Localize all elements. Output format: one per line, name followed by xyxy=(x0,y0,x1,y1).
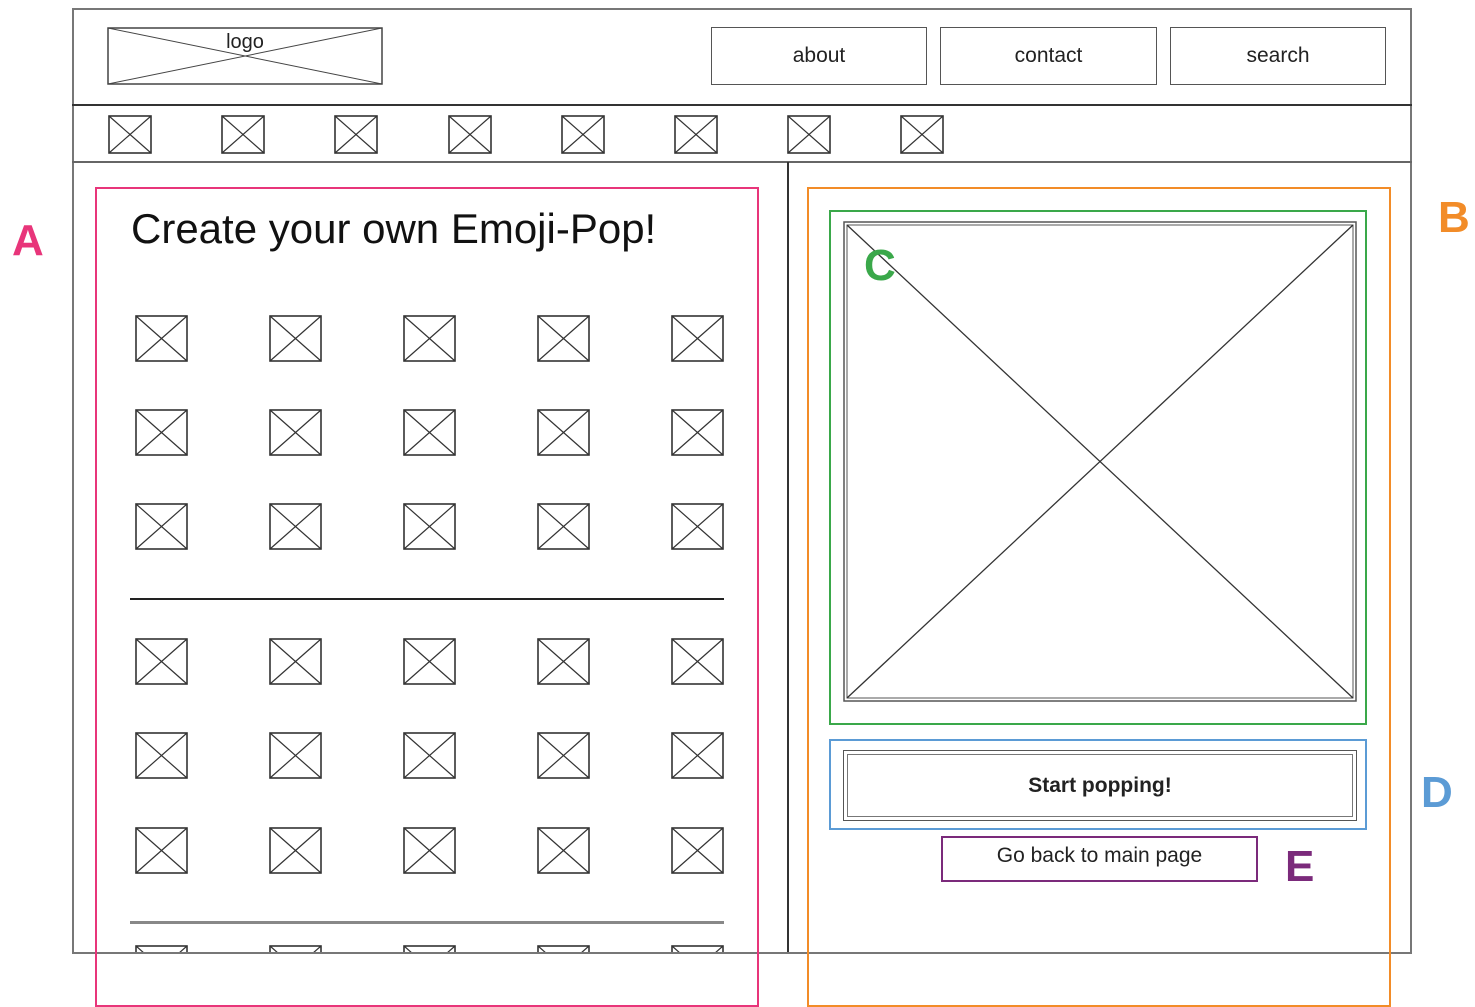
emoji-option[interactable] xyxy=(537,945,590,952)
emoji-option[interactable] xyxy=(135,827,188,874)
emoji-option[interactable] xyxy=(537,827,590,874)
annotation-d: D xyxy=(1421,768,1453,817)
emoji-option[interactable] xyxy=(135,315,188,362)
nav-icon-3[interactable] xyxy=(334,115,379,154)
emoji-option[interactable] xyxy=(403,827,456,874)
nav-icon-7[interactable] xyxy=(787,115,831,154)
emoji-option[interactable] xyxy=(671,503,724,550)
emoji-pop-title: Create your own Emoji-Pop! xyxy=(131,205,657,252)
emoji-option[interactable] xyxy=(135,945,188,952)
annotation-c: C xyxy=(864,241,896,290)
emoji-option[interactable] xyxy=(135,503,188,550)
emoji-option[interactable] xyxy=(403,503,456,550)
emoji-option[interactable] xyxy=(269,409,322,456)
emoji-option[interactable] xyxy=(269,315,322,362)
emoji-option[interactable] xyxy=(269,945,322,952)
emoji-option[interactable] xyxy=(135,409,188,456)
logo-label: logo xyxy=(226,31,264,53)
nav-icon-6[interactable] xyxy=(674,115,718,154)
emoji-option[interactable] xyxy=(671,315,724,362)
nav-icon-8[interactable] xyxy=(900,115,945,154)
emoji-option[interactable] xyxy=(403,315,456,362)
emoji-option[interactable] xyxy=(135,638,188,685)
emoji-option[interactable] xyxy=(269,503,322,550)
region-a-outline xyxy=(95,187,759,1007)
emoji-option[interactable] xyxy=(671,732,724,779)
annotation-e: E xyxy=(1285,842,1315,891)
grid-divider-2 xyxy=(130,921,724,924)
emoji-option[interactable] xyxy=(537,409,590,456)
nav-icon-5[interactable] xyxy=(560,115,605,154)
emoji-option[interactable] xyxy=(269,638,322,685)
emoji-option[interactable] xyxy=(403,638,456,685)
emoji-option[interactable] xyxy=(403,409,456,456)
nav-contact-button[interactable]: contact xyxy=(940,27,1157,85)
nav-icon-1[interactable] xyxy=(108,115,152,154)
back-to-main-link[interactable]: Go back to main page xyxy=(941,836,1258,882)
nav-icon-2[interactable] xyxy=(221,115,265,154)
emoji-option[interactable] xyxy=(671,638,724,685)
column-divider xyxy=(787,162,789,952)
emoji-option[interactable] xyxy=(537,638,590,685)
annotation-a: A xyxy=(12,216,44,265)
emoji-option[interactable] xyxy=(269,827,322,874)
nav-about-button[interactable]: about xyxy=(711,27,927,85)
emoji-option[interactable] xyxy=(537,732,590,779)
emoji-option[interactable] xyxy=(537,503,590,550)
annotation-b: B xyxy=(1438,193,1470,242)
emoji-option[interactable] xyxy=(403,945,456,952)
emoji-option[interactable] xyxy=(671,945,724,952)
grid-divider-1 xyxy=(130,598,724,600)
start-popping-button[interactable]: Start popping! xyxy=(843,750,1357,821)
nav-icon-4[interactable] xyxy=(447,115,492,154)
emoji-option[interactable] xyxy=(135,732,188,779)
emoji-option[interactable] xyxy=(671,827,724,874)
nav-search-button[interactable]: search xyxy=(1170,27,1386,85)
icon-bar-divider xyxy=(72,161,1412,163)
emoji-option[interactable] xyxy=(269,732,322,779)
emoji-option[interactable] xyxy=(403,732,456,779)
header-divider xyxy=(72,104,1412,106)
emoji-preview-placeholder xyxy=(843,221,1357,702)
logo-placeholder[interactable]: logo xyxy=(107,27,383,85)
emoji-option[interactable] xyxy=(537,315,590,362)
emoji-option[interactable] xyxy=(671,409,724,456)
